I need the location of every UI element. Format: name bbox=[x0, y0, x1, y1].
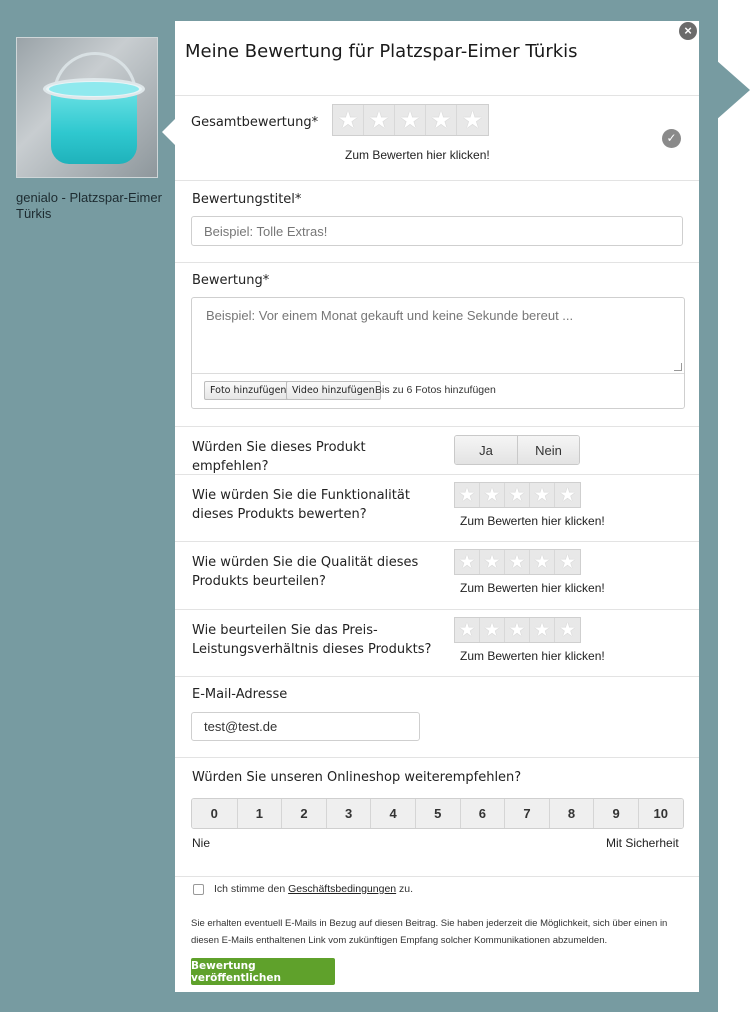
functionality-label: Wie würden Sie die Funktionalität dieses… bbox=[192, 488, 410, 522]
quality-hint: Zum Bewerten hier klicken! bbox=[460, 581, 605, 595]
divider bbox=[175, 95, 699, 96]
overall-rating-hint: Zum Bewerten hier klicken! bbox=[345, 148, 490, 162]
star-icon[interactable]: ★ bbox=[555, 618, 580, 642]
star-icon[interactable]: ★ bbox=[480, 483, 505, 507]
star-icon[interactable]: ★ bbox=[505, 618, 530, 642]
terms-checkbox[interactable] bbox=[193, 884, 204, 895]
divider bbox=[175, 609, 699, 610]
divider bbox=[175, 676, 699, 677]
close-icon[interactable]: × bbox=[679, 22, 697, 40]
review-body-textarea[interactable]: Beispiel: Vor einem Monat gekauft und ke… bbox=[192, 298, 684, 374]
functionality-hint: Zum Bewerten hier klicken! bbox=[460, 514, 605, 528]
recommend-no-button[interactable]: Nein bbox=[517, 436, 579, 464]
recommend-yes-button[interactable]: Ja bbox=[455, 436, 517, 464]
nps-option[interactable]: 7 bbox=[504, 799, 549, 828]
terms-suffix: zu. bbox=[399, 883, 414, 895]
nps-scale: 0 1 2 3 4 5 6 7 8 9 10 bbox=[191, 798, 684, 829]
star-icon[interactable]: ★ bbox=[480, 618, 505, 642]
divider bbox=[175, 876, 699, 877]
nps-option[interactable]: 10 bbox=[637, 799, 683, 828]
email-field[interactable]: test@test.de bbox=[191, 712, 420, 741]
star-icon[interactable]: ★ bbox=[480, 550, 505, 574]
star-icon[interactable]: ★ bbox=[455, 618, 480, 642]
panel-pointer bbox=[162, 118, 176, 146]
product-image bbox=[16, 37, 158, 178]
quality-label: Wie würden Sie die Qualität dieses Produ… bbox=[192, 555, 419, 589]
quality-rating-stars[interactable]: ★ ★ ★ ★ ★ bbox=[454, 549, 581, 575]
star-icon[interactable]: ★ bbox=[426, 105, 457, 135]
star-icon[interactable]: ★ bbox=[555, 550, 580, 574]
star-icon[interactable]: ★ bbox=[530, 618, 555, 642]
star-icon[interactable]: ★ bbox=[395, 105, 426, 135]
divider bbox=[175, 757, 699, 758]
divider bbox=[175, 474, 699, 475]
review-body-placeholder: Beispiel: Vor einem Monat gekauft und ke… bbox=[206, 308, 574, 323]
nps-option[interactable]: 1 bbox=[236, 799, 282, 828]
recommend-toggle: Ja Nein bbox=[454, 435, 580, 465]
add-video-button[interactable]: Video hinzufügen bbox=[286, 381, 381, 400]
star-icon[interactable]: ★ bbox=[530, 483, 555, 507]
divider bbox=[175, 541, 699, 542]
star-icon[interactable]: ★ bbox=[530, 550, 555, 574]
star-icon[interactable]: ★ bbox=[457, 105, 488, 135]
email-disclaimer: Sie erhalten eventuell E-Mails in Bezug … bbox=[191, 918, 668, 946]
nps-option[interactable]: 8 bbox=[548, 799, 594, 828]
star-icon[interactable]: ★ bbox=[555, 483, 580, 507]
functionality-rating-stars[interactable]: ★ ★ ★ ★ ★ bbox=[454, 482, 581, 508]
nps-option[interactable]: 2 bbox=[281, 799, 326, 828]
recommend-label: Würden Sie dieses Produkt empfehlen? bbox=[192, 440, 366, 474]
value-rating-stars[interactable]: ★ ★ ★ ★ ★ bbox=[454, 617, 581, 643]
terms-text: Ich stimme den Geschäftsbedingungen zu. bbox=[214, 883, 413, 895]
divider bbox=[175, 426, 699, 427]
photo-limit-note: Bis zu 6 Fotos hinzufügen bbox=[375, 384, 496, 396]
submit-review-button[interactable]: Bewertung veröffentlichen bbox=[191, 958, 335, 985]
terms-link[interactable]: Geschäftsbedingungen bbox=[288, 883, 396, 895]
nps-option[interactable]: 3 bbox=[325, 799, 371, 828]
page-title: Meine Bewertung für Platzspar-Eimer Türk… bbox=[185, 41, 578, 62]
overall-rating-label: Gesamtbewertung* bbox=[191, 115, 319, 130]
next-arrow[interactable] bbox=[716, 60, 750, 120]
terms-prefix: Ich stimme den bbox=[214, 883, 286, 895]
star-icon[interactable]: ★ bbox=[333, 105, 364, 135]
divider bbox=[175, 262, 699, 263]
overall-rating-stars[interactable]: ★ ★ ★ ★ ★ bbox=[332, 104, 489, 136]
nps-option[interactable]: 0 bbox=[192, 799, 237, 828]
nps-high-label: Mit Sicherheit bbox=[606, 836, 679, 850]
check-icon: ✓ bbox=[662, 129, 681, 148]
review-title-label: Bewertungstitel* bbox=[192, 192, 302, 207]
nps-option[interactable]: 9 bbox=[593, 799, 638, 828]
value-hint: Zum Bewerten hier klicken! bbox=[460, 649, 605, 663]
star-icon[interactable]: ★ bbox=[505, 483, 530, 507]
nps-label: Würden Sie unseren Onlineshop weiterempf… bbox=[192, 770, 522, 785]
resize-handle[interactable] bbox=[674, 363, 682, 371]
nps-option[interactable]: 6 bbox=[459, 799, 505, 828]
review-title-input[interactable]: Beispiel: Tolle Extras! bbox=[191, 216, 683, 246]
nps-option[interactable]: 4 bbox=[370, 799, 415, 828]
product-name: genialo - Platzspar-Eimer Türkis bbox=[16, 190, 162, 221]
bucket-water bbox=[49, 82, 139, 96]
star-icon[interactable]: ★ bbox=[455, 483, 480, 507]
star-icon[interactable]: ★ bbox=[364, 105, 395, 135]
nps-low-label: Nie bbox=[192, 836, 211, 850]
add-photo-button[interactable]: Foto hinzufügen bbox=[204, 381, 293, 400]
email-label: E-Mail-Adresse bbox=[192, 687, 288, 702]
nps-option[interactable]: 5 bbox=[414, 799, 460, 828]
divider bbox=[175, 180, 699, 181]
star-icon[interactable]: ★ bbox=[505, 550, 530, 574]
value-label: Wie beurteilen Sie das Preis-Leistungsve… bbox=[192, 623, 432, 657]
star-icon[interactable]: ★ bbox=[455, 550, 480, 574]
review-body-label: Bewertung* bbox=[192, 273, 270, 288]
